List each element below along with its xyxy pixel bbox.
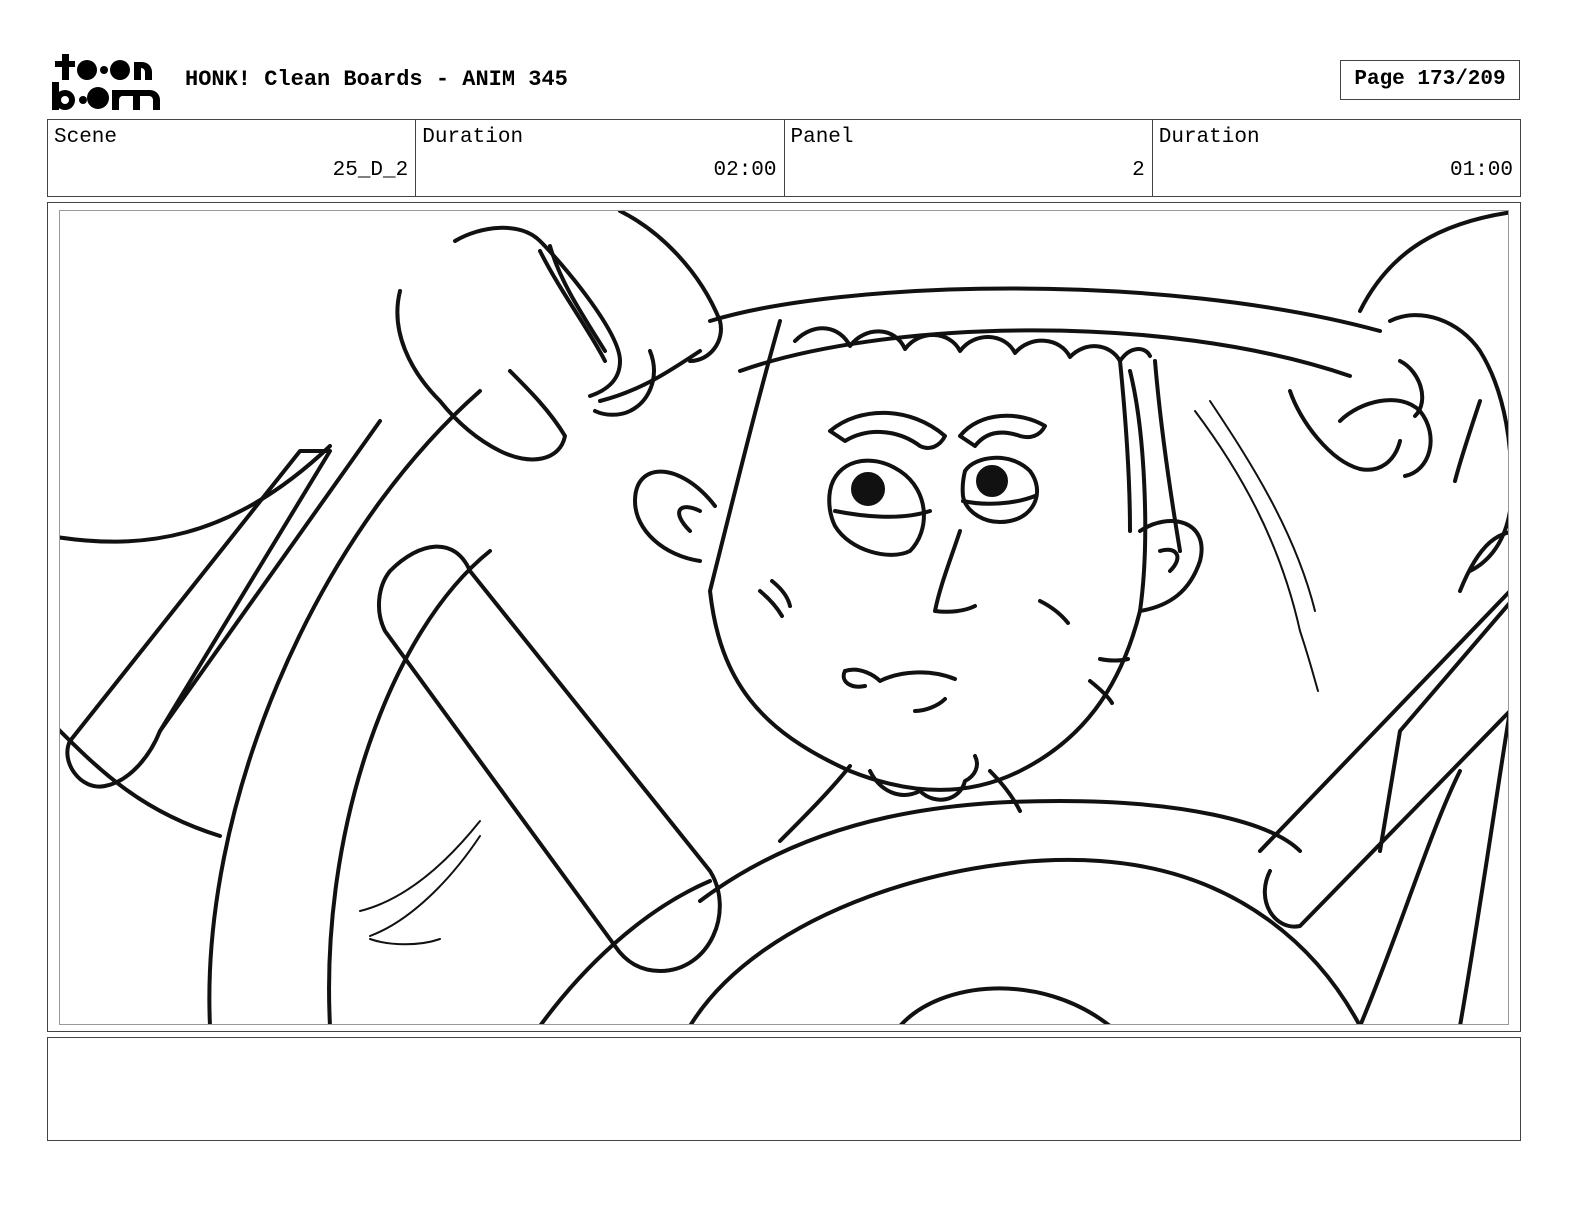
scene-cell: Scene 25_D_2 (48, 120, 417, 196)
panel-duration-label: Duration (1158, 126, 1260, 149)
panel-duration-value: 01:00 (1449, 159, 1513, 182)
panel-drawing (60, 211, 1508, 1024)
scene-duration-cell: Duration 02:00 (416, 120, 785, 196)
panel-duration-cell: Duration 01:00 (1153, 120, 1520, 196)
toon-boom-logo (52, 54, 160, 110)
scene-info-bar: Scene 25_D_2 Duration 02:00 Panel 2 Dura… (47, 119, 1521, 197)
document-title: HONK! Clean Boards - ANIM 345 (185, 67, 568, 92)
panel-safe-area (59, 210, 1509, 1025)
scene-duration-label: Duration (422, 126, 524, 149)
scene-duration-value: 02:00 (713, 159, 777, 182)
storyboard-panel (47, 202, 1521, 1032)
scene-label: Scene (54, 126, 118, 149)
panel-notes-box (47, 1037, 1521, 1141)
scene-value: 25_D_2 (332, 159, 409, 182)
panel-cell: Panel 2 (785, 120, 1153, 196)
panel-value: 2 (1132, 159, 1145, 182)
panel-label: Panel (790, 126, 854, 149)
page-number: Page 173/209 (1340, 60, 1520, 100)
